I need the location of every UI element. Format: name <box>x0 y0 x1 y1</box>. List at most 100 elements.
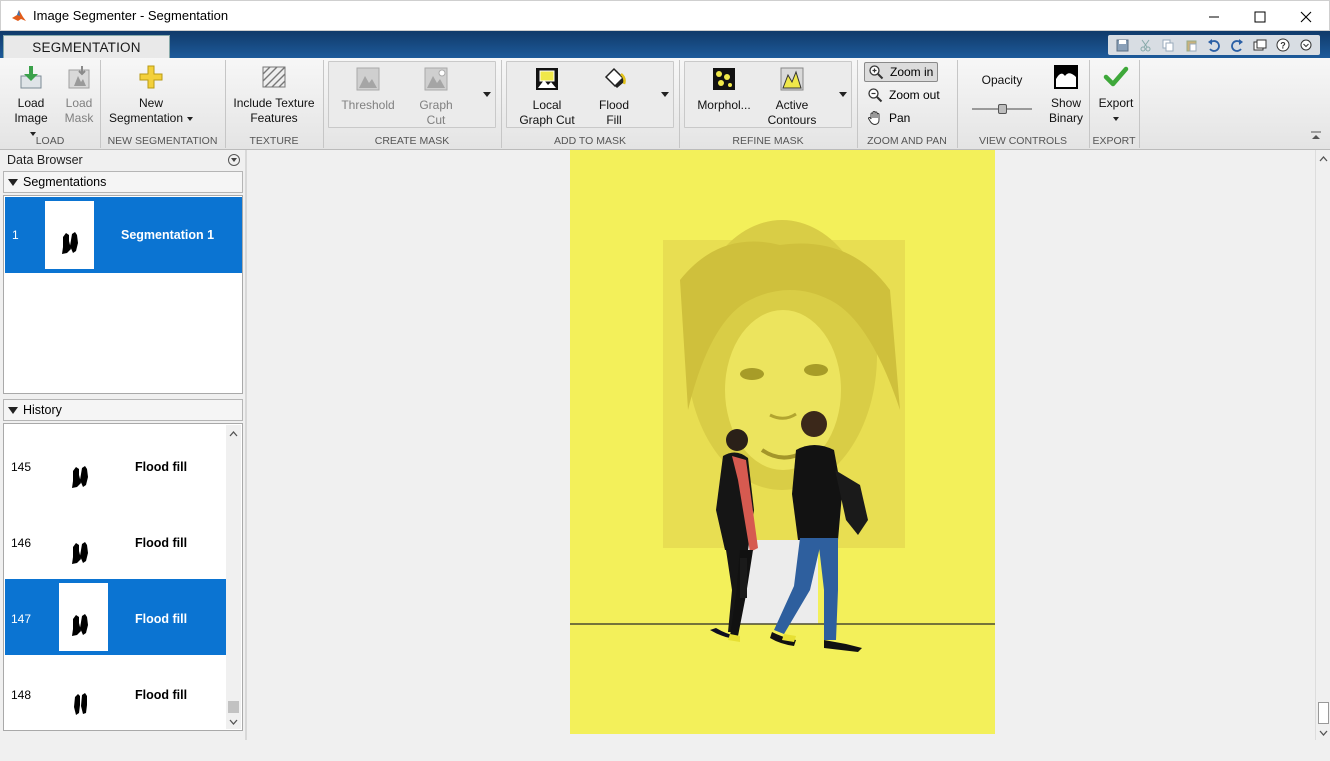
history-label: Flood fill <box>135 688 188 702</box>
local-graph-cut-button[interactable]: Local Graph Cut <box>514 66 580 128</box>
scroll-down-button[interactable] <box>226 715 241 729</box>
morphology-button[interactable]: Morphol... <box>694 66 754 113</box>
cut-button[interactable] <box>1135 36 1155 54</box>
maximize-button[interactable] <box>1237 1 1283 32</box>
group-label-texture: TEXTURE <box>249 135 299 147</box>
minimize-button[interactable] <box>1191 1 1237 32</box>
group-label-view-controls: VIEW CONTROLS <box>978 135 1068 147</box>
export-button[interactable]: Export <box>1093 64 1139 126</box>
paste-button[interactable] <box>1181 36 1201 54</box>
local-graph-cut-icon <box>536 68 558 90</box>
undo-button[interactable] <box>1204 36 1224 54</box>
group-label-zoom-and-pan: ZOOM AND PAN <box>867 135 947 147</box>
collapse-ribbon-button[interactable] <box>1310 130 1322 140</box>
windows-icon <box>1253 39 1267 50</box>
canvas-scrollbar[interactable] <box>1315 150 1330 740</box>
create-mask-more-button[interactable] <box>478 62 496 127</box>
chevron-down-icon <box>231 158 237 162</box>
active-contours-label-1: Active <box>775 98 809 112</box>
dropdown-arrow-icon <box>661 92 669 97</box>
add-to-mask-more-button[interactable] <box>656 62 674 127</box>
switch-windows-button[interactable] <box>1250 36 1270 54</box>
silhouette-thumbnail-icon <box>62 232 78 254</box>
export-label: Export <box>1098 96 1134 110</box>
zoom-out-label: Zoom out <box>889 88 940 102</box>
status-bar <box>0 740 1330 761</box>
segmentation-row[interactable]: 1 Segmentation 1 <box>5 197 242 273</box>
history-row[interactable]: 145 Flood fill <box>5 427 226 503</box>
show-binary-button[interactable]: Show Binary <box>1043 64 1089 126</box>
zoom-in-label: Zoom in <box>890 65 934 79</box>
history-section-header[interactable]: History <box>3 399 243 421</box>
zoom-in-button[interactable]: Zoom in <box>864 62 939 82</box>
graph-cut-button[interactable]: Graph Cut <box>410 66 462 128</box>
history-row[interactable]: 146 Flood fill <box>5 503 226 579</box>
history-row-selected[interactable]: 147 Flood fill <box>5 579 226 655</box>
include-texture-label-1: Include Texture <box>233 96 315 110</box>
svg-text:?: ? <box>1280 41 1286 51</box>
history-row[interactable]: 148 Flood fill <box>5 655 226 730</box>
collapse-icon <box>1311 131 1321 139</box>
checkmark-icon <box>1103 66 1129 87</box>
graph-cut-icon <box>424 67 448 91</box>
data-browser-menu-button[interactable] <box>228 154 240 166</box>
new-segmentation-label-2: Segmentation <box>108 111 184 125</box>
matlab-logo-icon <box>12 9 26 21</box>
history-label: Flood fill <box>135 612 188 626</box>
close-icon <box>1300 11 1312 22</box>
scroll-up-button[interactable] <box>226 427 241 441</box>
local-graph-cut-label-1: Local <box>532 98 562 112</box>
history-header-label: History <box>23 403 62 417</box>
load-image-label-2: Image <box>14 111 48 125</box>
history-thumbnail <box>59 431 108 499</box>
group-label-add-to-mask: ADD TO MASK <box>554 135 626 147</box>
scroll-up-button[interactable] <box>1316 152 1330 166</box>
tab-segmentation[interactable]: SEGMENTATION <box>3 35 170 58</box>
threshold-label: Threshold <box>341 98 395 112</box>
scroll-down-button[interactable] <box>1316 726 1330 740</box>
history-index: 148 <box>11 688 32 702</box>
group-label-create-mask: CREATE MASK <box>374 135 450 147</box>
redo-button[interactable] <box>1227 36 1247 54</box>
segmentations-list: 1 Segmentation 1 <box>3 195 243 394</box>
opacity-slider-thumb[interactable] <box>997 104 1007 114</box>
history-thumbnail <box>59 583 108 651</box>
history-list: 145 Flood fill 146 Flood fill 147 Flood … <box>3 423 243 731</box>
flood-fill-button[interactable]: Flood Fill <box>590 66 638 128</box>
show-binary-icon <box>1054 65 1078 89</box>
active-contours-button[interactable]: Active Contours <box>762 66 822 128</box>
plus-icon <box>139 65 163 89</box>
expand-ribbon-button[interactable] <box>1296 36 1316 54</box>
zoom-in-icon <box>869 65 884 80</box>
segmented-image[interactable] <box>570 150 995 734</box>
copy-button[interactable] <box>1158 36 1178 54</box>
pan-button[interactable]: Pan <box>864 108 910 128</box>
title-bar: Image Segmenter - Segmentation <box>0 0 1330 31</box>
include-texture-label-2: Features <box>250 111 298 125</box>
refine-mask-more-button[interactable] <box>834 62 852 127</box>
include-texture-button[interactable]: Include Texture Features <box>229 64 319 126</box>
new-segmentation-button[interactable]: New Segmentation <box>106 64 196 126</box>
morphology-label: Morphol... <box>697 98 751 112</box>
zoom-out-button[interactable]: Zoom out <box>864 85 940 105</box>
segmentations-section-header[interactable]: Segmentations <box>3 171 243 193</box>
history-scrollbar[interactable] <box>226 425 241 729</box>
show-binary-label-2: Binary <box>1048 111 1083 125</box>
load-mask-button[interactable]: Load Mask <box>60 64 98 126</box>
chevron-down-icon <box>229 719 238 725</box>
expand-triangle-icon <box>8 406 18 414</box>
paint-bucket-icon <box>604 67 626 88</box>
help-button[interactable]: ? <box>1273 36 1293 54</box>
silhouette-thumbnail-icon <box>72 542 88 564</box>
segmentation-label: Segmentation 1 <box>121 228 215 242</box>
quick-access-toolbar: ? <box>1108 35 1320 55</box>
history-scroll-thumb[interactable] <box>228 701 239 713</box>
history-label: Flood fill <box>135 460 188 474</box>
chevron-down-icon <box>1319 730 1328 736</box>
new-segmentation-label-1: New <box>138 96 163 110</box>
canvas-scroll-thumb[interactable] <box>1318 702 1329 724</box>
save-button[interactable] <box>1112 36 1132 54</box>
threshold-button[interactable]: Threshold <box>338 66 398 113</box>
load-image-button[interactable]: Load Image <box>10 64 52 141</box>
close-button[interactable] <box>1283 1 1329 32</box>
